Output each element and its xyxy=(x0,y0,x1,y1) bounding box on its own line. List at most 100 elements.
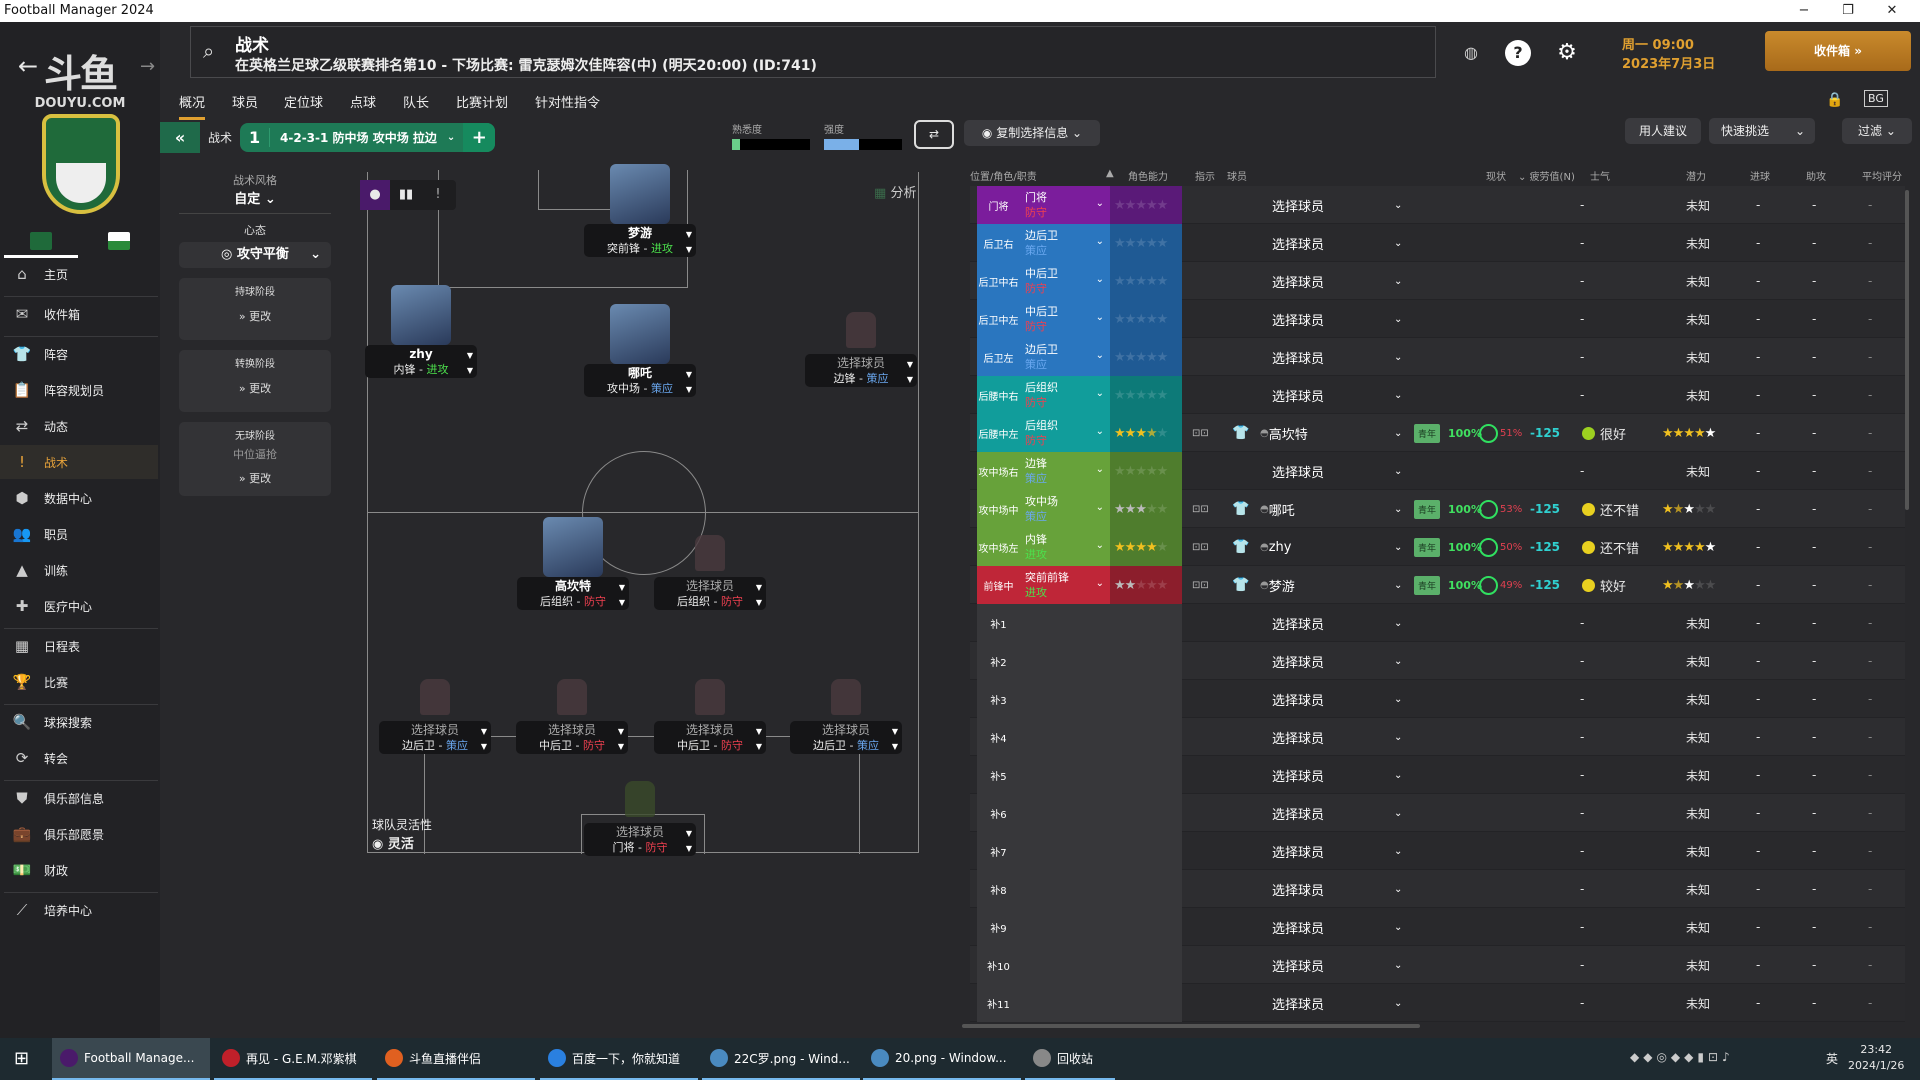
role-cell[interactable] xyxy=(1020,642,1110,680)
header-morale[interactable]: 士气 xyxy=(1590,168,1610,183)
bar-chart-icon[interactable]: ▮▮ xyxy=(390,180,422,210)
player-select[interactable]: 选择球员 xyxy=(1250,452,1400,490)
player-name[interactable]: 选择球员 xyxy=(1272,234,1324,253)
sidebar-item-12[interactable]: 🔍 球探搜索 xyxy=(0,705,158,739)
horizontal-scrollbar[interactable] xyxy=(962,1024,1420,1028)
role-cell[interactable] xyxy=(1020,604,1110,642)
sidebar-item-11[interactable]: 🏆 比赛 xyxy=(0,665,158,699)
player-select[interactable]: 选择球员 xyxy=(1250,718,1400,756)
sidebar-item-8[interactable]: ▲ 训练 xyxy=(0,553,158,587)
player-name[interactable]: 哪吒 xyxy=(1269,500,1295,519)
table-row[interactable]: 后腰中右 后组织 防守 ⌄ ★ ★ ★ ★ ★ 选择球员 ⌄ - 未知 - - - xyxy=(970,376,1905,414)
player-name[interactable]: 选择球员 xyxy=(1272,272,1324,291)
role-cell[interactable] xyxy=(1020,946,1110,984)
player-select[interactable]: 选择球员 xyxy=(1250,604,1400,642)
tab-6[interactable]: 针对性指令 xyxy=(535,92,600,111)
role-duty[interactable]: 后组织 - 防守 xyxy=(654,594,766,609)
dropdown-arrow-icon[interactable]: ▼ xyxy=(686,367,692,382)
player-name[interactable]: 选择球员 xyxy=(1272,348,1324,367)
chevron-down-icon[interactable]: ⌄ xyxy=(1096,462,1104,477)
dropdown-arrow-icon[interactable]: ▼ xyxy=(756,580,762,595)
player-photo[interactable] xyxy=(543,517,603,577)
sort-asc-icon[interactable]: ▲ xyxy=(1106,168,1114,179)
instruction-icons[interactable]: ⊡⊡ xyxy=(1192,414,1209,452)
chevron-down-icon[interactable]: ⌄ xyxy=(1096,348,1104,363)
role-cell[interactable]: 后组织 防守 ⌄ xyxy=(1020,414,1110,452)
player-select[interactable]: ◓ 梦游 xyxy=(1260,566,1410,604)
table-row[interactable]: 门将 门将 防守 ⌄ ★ ★ ★ ★ ★ 选择球员 ⌄ - 未知 - - - xyxy=(970,186,1905,224)
table-row[interactable]: 补8 选择球员 ⌄ - 未知 - - - xyxy=(970,870,1905,908)
header-position[interactable]: 位置/角色/职责 xyxy=(970,168,1037,183)
player-name[interactable]: 选择球员 xyxy=(1272,386,1324,405)
style-dropdown[interactable]: 自定 ⌄ xyxy=(179,188,331,207)
player-select[interactable]: 选择球员 xyxy=(1250,870,1400,908)
dropdown-arrow-icon[interactable]: ▼ xyxy=(892,724,898,739)
dropdown-arrow-icon[interactable]: ▼ xyxy=(619,595,625,610)
role-duty[interactable]: 攻中场 - 策应 xyxy=(584,381,696,396)
player-name[interactable]: 选择球员 xyxy=(1272,690,1324,709)
chevron-down-icon[interactable]: ⌄ xyxy=(1394,414,1402,452)
player-name[interactable]: 选择球员 xyxy=(516,723,628,738)
chevron-down-icon[interactable]: ⌄ xyxy=(1096,538,1104,553)
change-button[interactable]: » 更改 xyxy=(179,380,331,396)
dropdown-arrow-icon[interactable]: ▼ xyxy=(618,724,624,739)
taskbar-item[interactable]: 22C罗.png - Wind... xyxy=(702,1038,860,1080)
dropdown-arrow-icon[interactable]: ▼ xyxy=(686,242,692,257)
chevron-down-icon[interactable]: ⌄ xyxy=(1096,272,1104,287)
role-cell[interactable]: 后组织 防守 ⌄ xyxy=(1020,376,1110,414)
pitch-player-card[interactable]: 高坎特 后组织 - 防守 ▼ ▼ xyxy=(517,577,629,610)
phase-1[interactable]: 转换阶段 » 更改 xyxy=(179,350,331,412)
chevron-down-icon[interactable]: ⌄ xyxy=(1795,118,1805,144)
chevron-down-icon[interactable]: ⌄ xyxy=(1394,452,1402,490)
role-cell[interactable]: 攻中场 策应 ⌄ xyxy=(1020,490,1110,528)
player-name[interactable]: 选择球员 xyxy=(379,723,491,738)
player-name[interactable]: 选择球员 xyxy=(1272,880,1324,899)
role-cell[interactable]: 边锋 策应 ⌄ xyxy=(1020,452,1110,490)
close-button[interactable]: ✕ xyxy=(1870,0,1914,22)
role-duty[interactable]: 中后卫 - 防守 xyxy=(654,738,766,753)
dropdown-arrow-icon[interactable]: ▼ xyxy=(686,382,692,397)
dropdown-arrow-icon[interactable]: ▼ xyxy=(481,739,487,754)
player-select[interactable]: ◓ zhy xyxy=(1260,528,1410,566)
chevron-down-icon[interactable]: ⌄ xyxy=(1394,490,1402,528)
player-photo[interactable] xyxy=(391,285,451,345)
tab-0[interactable]: 概况 xyxy=(179,92,206,120)
pitch-player-card[interactable]: zhy 内锋 - 进攻 ▼ ▼ xyxy=(365,345,477,378)
pitch-player-card[interactable]: 梦游 突前锋 - 进攻 ▼ ▼ xyxy=(584,224,696,257)
sidebar-item-15[interactable]: 💼 俱乐部愿景 xyxy=(0,817,158,851)
player-select[interactable]: 选择球员 xyxy=(1250,680,1400,718)
chevron-down-icon[interactable]: ⌄ xyxy=(1394,604,1402,642)
lock-icon[interactable]: 🔒 xyxy=(1826,92,1843,108)
background-toggle-icon[interactable]: BG xyxy=(1864,90,1888,107)
table-scrollbar[interactable] xyxy=(1905,190,1909,510)
mentality-dropdown[interactable]: ◎ 攻守平衡 ⌄ xyxy=(179,242,331,268)
dropdown-arrow-icon[interactable]: ▼ xyxy=(756,595,762,610)
player-photo[interactable] xyxy=(610,304,670,364)
player-select[interactable]: 选择球员 xyxy=(1250,832,1400,870)
taskbar-item[interactable]: 斗鱼直播伴侣 xyxy=(377,1038,535,1080)
sidebar-item-17[interactable]: ⟋ 培养中心 xyxy=(0,893,158,927)
header-condition[interactable]: 现状 xyxy=(1486,168,1506,183)
sidebar-item-10[interactable]: ▦ 日程表 xyxy=(0,629,158,663)
player-name[interactable]: 选择球员 xyxy=(1272,766,1324,785)
sidebar-item-0[interactable]: ⌂ 主页 xyxy=(0,257,158,291)
ime-indicator[interactable]: 英 xyxy=(1826,1050,1838,1067)
table-row[interactable]: 补5 选择球员 ⌄ - 未知 - - - xyxy=(970,756,1905,794)
pitch-player-card[interactable]: 选择球员 中后卫 - 防守 ▼ ▼ xyxy=(516,721,628,754)
chevron-down-icon[interactable]: ⌄ xyxy=(1394,224,1402,262)
chevron-down-icon[interactable]: ⌄ xyxy=(1394,794,1402,832)
maximize-button[interactable]: ❐ xyxy=(1826,0,1870,22)
sidebar-item-6[interactable]: ⬢ 数据中心 xyxy=(0,481,158,515)
header-instructions[interactable]: 指示 xyxy=(1195,168,1215,183)
taskbar-item[interactable]: Football Manage... xyxy=(52,1038,210,1080)
role-cell[interactable] xyxy=(1020,870,1110,908)
chevron-down-icon[interactable]: ⌄ xyxy=(1096,386,1104,401)
tab-1[interactable]: 球员 xyxy=(232,92,258,111)
dropdown-arrow-icon[interactable]: ▼ xyxy=(467,363,473,378)
sidebar-item-9[interactable]: ✚ 医疗中心 xyxy=(0,589,158,623)
sidebar-item-16[interactable]: 💵 财政 xyxy=(0,853,158,887)
back-arrow-icon[interactable]: ← xyxy=(18,52,38,80)
table-row[interactable]: 补6 选择球员 ⌄ - 未知 - - - xyxy=(970,794,1905,832)
table-row[interactable]: 后卫左 边后卫 策应 ⌄ ★ ★ ★ ★ ★ 选择球员 ⌄ - 未知 - - - xyxy=(970,338,1905,376)
role-duty[interactable]: 后组织 - 防守 xyxy=(517,594,629,609)
